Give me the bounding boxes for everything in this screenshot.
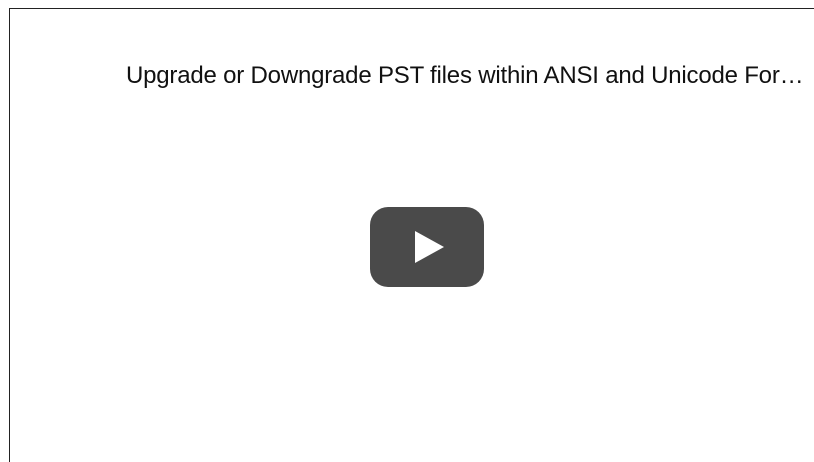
play-icon (370, 207, 484, 287)
video-player[interactable]: Upgrade or Downgrade PST files within AN… (9, 8, 814, 462)
video-title[interactable]: Upgrade or Downgrade PST files within AN… (126, 57, 814, 95)
play-button[interactable] (370, 207, 484, 287)
embed-viewport: Upgrade or Downgrade PST files within AN… (0, 0, 814, 462)
